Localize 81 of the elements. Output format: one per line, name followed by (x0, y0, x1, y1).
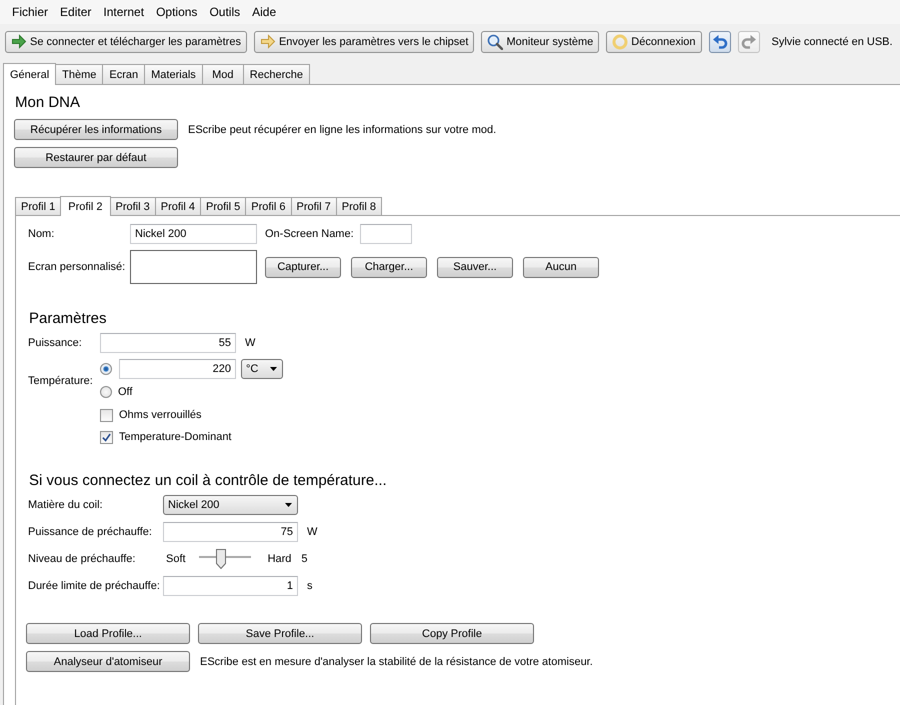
field-label: Nom: (28, 228, 56, 240)
unit-label: W (307, 526, 318, 538)
menu-item[interactable]: Options (150, 5, 204, 19)
profile-tab[interactable]: Profil 6 (245, 197, 292, 215)
field-label: Ecran personnalisé: (28, 261, 126, 273)
material-dropdown[interactable]: Nickel 200 (163, 495, 298, 515)
ring-icon (612, 34, 628, 50)
profile-button[interactable]: Save Profile... (198, 623, 362, 644)
checkbox-label: Temperature-Dominant (119, 431, 232, 443)
checkbox-label: Ohms verrouillés (119, 409, 202, 421)
tab[interactable]: Recherche (242, 64, 310, 84)
profile-tab[interactable]: Profil 4 (154, 197, 201, 215)
tab[interactable]: Ecran (102, 64, 146, 84)
input-field[interactable] (360, 224, 412, 244)
undo-button[interactable] (708, 31, 731, 53)
profile-tab[interactable]: Profil 1 (15, 197, 62, 215)
field-label: Durée limite de préchauffe: (28, 580, 161, 592)
field-label: Niveau de préchauffe: (28, 553, 136, 565)
caret-icon (270, 367, 277, 371)
unit-label: s (307, 580, 312, 592)
radio-button[interactable] (100, 363, 112, 375)
arrow-icon (260, 34, 276, 50)
section-title: Mon DNA (14, 94, 80, 112)
menu-item[interactable]: Editer (54, 5, 98, 19)
note-text: EScribe est en mesure d'analyser la stabilité de la résistance de votre atomiseur. (200, 656, 593, 668)
temperature-field[interactable]: 220 (119, 359, 236, 379)
field-label: Matière du coil: (28, 499, 104, 511)
menu-item[interactable]: Internet (97, 5, 150, 19)
caret-icon (285, 503, 292, 507)
slider-min-label: Soft (166, 553, 186, 565)
field-label: On-Screen Name: (265, 228, 355, 240)
section-title: Paramètres (28, 310, 107, 328)
name-field[interactable]: Nickel 200 (130, 224, 257, 244)
check-icon (102, 432, 111, 442)
section-title: Si vous connectez un coil à contrôle de température... (28, 472, 387, 490)
radio-button[interactable] (100, 386, 112, 398)
tab[interactable]: Géneral (3, 63, 56, 85)
tab[interactable]: Thème (55, 64, 104, 84)
tab[interactable]: Mod (202, 64, 244, 84)
input-field[interactable]: 1 (163, 576, 298, 596)
power-field[interactable]: 55 (100, 333, 236, 353)
unit-dropdown[interactable]: °C (241, 359, 283, 379)
field-label: Température: (28, 375, 94, 387)
toolbar-button[interactable]: Déconnexion (606, 31, 702, 53)
analyzer-button[interactable]: Analyseur d'atomiseur (26, 651, 190, 672)
profile-tab[interactable]: Profil 7 (290, 197, 337, 215)
search-icon (487, 34, 504, 50)
checkbox[interactable] (100, 430, 113, 444)
field-label: Puissance de préchauffe: (28, 526, 153, 538)
slider-max-label: Hard (268, 553, 292, 565)
profile-button[interactable]: Copy Profile (370, 623, 534, 644)
arrow-icon (11, 34, 27, 50)
profile-button[interactable]: Load Profile... (26, 623, 190, 644)
profile-tab[interactable]: Profil 2 (60, 196, 110, 216)
slider-thumb[interactable] (216, 549, 226, 569)
menu-item[interactable]: Fichier (6, 5, 54, 19)
toolbar-button[interactable]: Se connecter et télécharger les paramètres (5, 31, 247, 53)
checkbox[interactable] (100, 408, 113, 422)
slider-value: 5 (301, 553, 308, 565)
redo-icon (740, 34, 757, 50)
profile-tab[interactable]: Profil 3 (110, 197, 156, 215)
action-button[interactable]: Restaurer par défaut (14, 147, 178, 168)
action-button[interactable]: Récupérer les informations (14, 119, 178, 140)
profile-tab[interactable]: Profil 8 (336, 197, 382, 215)
field-label: Puissance: (28, 337, 83, 349)
screen-action-button[interactable]: Aucun (523, 256, 599, 278)
undo-icon (712, 34, 728, 50)
toolbar-button[interactable]: Moniteur système (481, 31, 600, 53)
profile-tab[interactable]: Profil 5 (200, 197, 246, 215)
status-text: Sylvie connecté en USB. (772, 36, 893, 48)
screen-action-button[interactable]: Charger... (351, 256, 427, 278)
radio-label: Off (118, 386, 132, 398)
screen-action-button[interactable]: Sauver... (437, 256, 513, 278)
screen-action-button[interactable]: Capturer... (265, 256, 341, 278)
menu-item[interactable]: Aide (246, 5, 282, 19)
tab[interactable]: Materials (144, 64, 203, 84)
unit-label: W (245, 337, 256, 349)
toolbar-button[interactable]: Envoyer les paramètres vers le chipset (254, 31, 474, 53)
menu-item[interactable]: Outils (203, 5, 246, 19)
note-text: EScribe peut récupérer en ligne les informations sur votre mod. (188, 124, 496, 136)
input-field[interactable]: 75 (163, 522, 298, 542)
